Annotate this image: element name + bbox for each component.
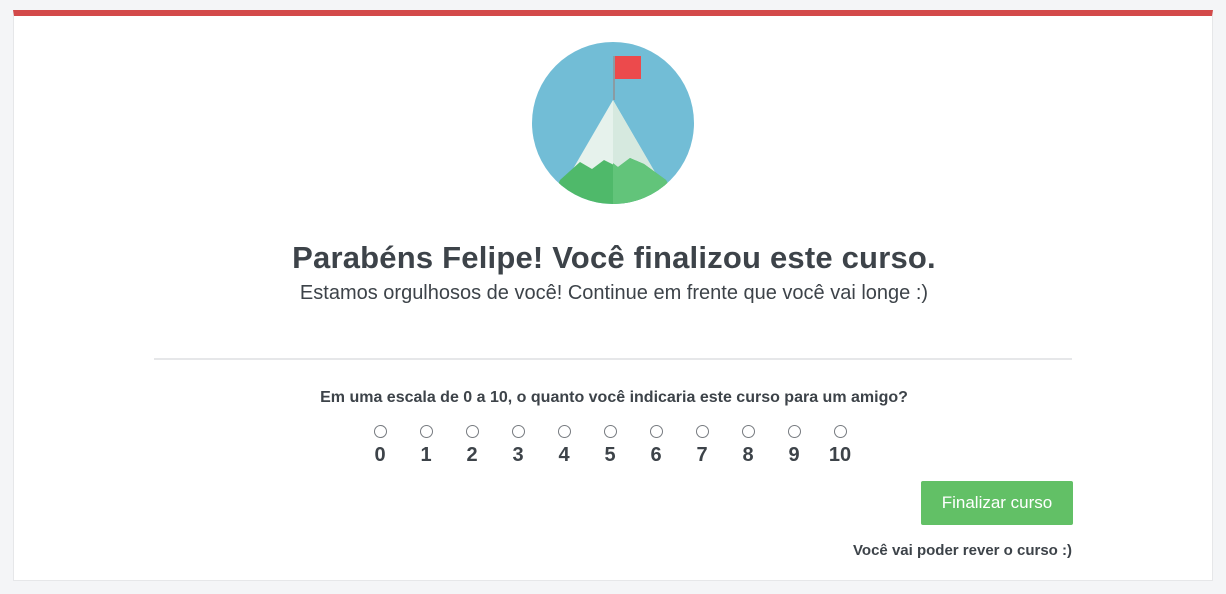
radio-button[interactable] bbox=[788, 425, 801, 438]
review-note: Você vai poder rever o curso :) bbox=[853, 542, 1072, 559]
nps-option-label: 1 bbox=[420, 444, 432, 466]
nps-option-10[interactable]: 10 bbox=[820, 422, 860, 472]
nps-option-label: 8 bbox=[742, 444, 754, 466]
nps-option-1[interactable]: 1 bbox=[406, 422, 446, 472]
nps-option-9[interactable]: 9 bbox=[774, 422, 814, 472]
completion-title: Parabéns Felipe! Você finalizou este cur… bbox=[292, 240, 936, 275]
radio-button[interactable] bbox=[650, 425, 663, 438]
nps-option-label: 6 bbox=[650, 444, 662, 466]
radio-button[interactable] bbox=[742, 425, 755, 438]
nps-option-label: 3 bbox=[512, 444, 524, 466]
radio-button[interactable] bbox=[374, 425, 387, 438]
nps-option-5[interactable]: 5 bbox=[590, 422, 630, 472]
nps-option-2[interactable]: 2 bbox=[452, 422, 492, 472]
nps-option-0[interactable]: 0 bbox=[360, 422, 400, 472]
nps-option-3[interactable]: 3 bbox=[498, 422, 538, 472]
nps-option-6[interactable]: 6 bbox=[636, 422, 676, 472]
nps-option-label: 0 bbox=[374, 444, 386, 466]
radio-button[interactable] bbox=[466, 425, 479, 438]
radio-button[interactable] bbox=[558, 425, 571, 438]
nps-option-8[interactable]: 8 bbox=[728, 422, 768, 472]
nps-question: Em uma escala de 0 a 10, o quanto você i… bbox=[320, 389, 908, 406]
nps-option-7[interactable]: 7 bbox=[682, 422, 722, 472]
nps-scale: 0 1 2 3 4 5 6 7 8 9 10 bbox=[360, 422, 867, 472]
mountain-flag-icon bbox=[532, 42, 694, 204]
divider bbox=[154, 358, 1072, 360]
nps-option-label: 5 bbox=[604, 444, 616, 466]
nps-option-label: 2 bbox=[466, 444, 478, 466]
nps-option-4[interactable]: 4 bbox=[544, 422, 584, 472]
nps-option-label: 7 bbox=[696, 444, 708, 466]
radio-button[interactable] bbox=[420, 425, 433, 438]
radio-button[interactable] bbox=[512, 425, 525, 438]
nps-option-label: 4 bbox=[558, 444, 570, 466]
radio-button[interactable] bbox=[834, 425, 847, 438]
radio-button[interactable] bbox=[696, 425, 709, 438]
course-complete-card: Parabéns Felipe! Você finalizou este cur… bbox=[13, 10, 1213, 581]
completion-subtitle: Estamos orgulhosos de você! Continue em … bbox=[299, 282, 929, 304]
finish-course-button[interactable]: Finalizar curso bbox=[921, 481, 1073, 525]
nps-option-label: 9 bbox=[788, 444, 800, 466]
nps-option-label: 10 bbox=[828, 444, 852, 466]
radio-button[interactable] bbox=[604, 425, 617, 438]
